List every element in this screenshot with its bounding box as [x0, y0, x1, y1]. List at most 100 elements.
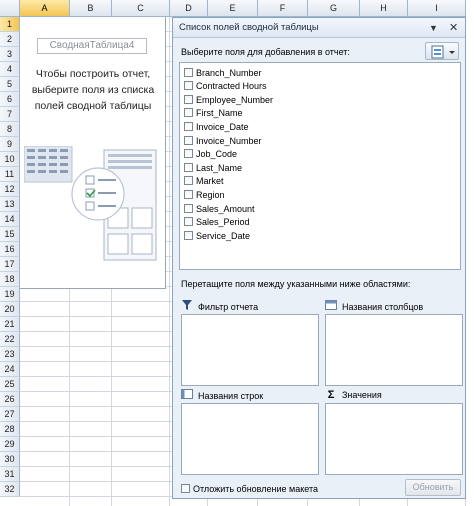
- row-header-2[interactable]: 2: [0, 32, 20, 47]
- defer-layout-update[interactable]: Отложить обновление макета: [181, 483, 318, 495]
- field-checkbox[interactable]: [184, 231, 193, 240]
- row-header-25[interactable]: 25: [0, 377, 20, 392]
- filter-icon: [181, 300, 193, 313]
- field-checkbox[interactable]: [184, 149, 193, 158]
- chevron-down-icon[interactable]: ▼: [429, 18, 438, 38]
- values-label: Σ Значения: [325, 389, 382, 401]
- field-checkbox[interactable]: [184, 95, 193, 104]
- window-edge: [466, 17, 474, 506]
- column-gridline: [169, 17, 170, 506]
- column-header-i[interactable]: I: [408, 0, 466, 17]
- row-header-9[interactable]: 9: [0, 137, 20, 152]
- row-header-21[interactable]: 21: [0, 317, 20, 332]
- row-header-30[interactable]: 30: [0, 452, 20, 467]
- field-last-name[interactable]: Last_Name: [184, 162, 242, 175]
- values-zone[interactable]: [325, 403, 463, 475]
- row-header-24[interactable]: 24: [0, 362, 20, 377]
- row-header-3[interactable]: 3: [0, 47, 20, 62]
- row-header-23[interactable]: 23: [0, 347, 20, 362]
- row-header-20[interactable]: 20: [0, 302, 20, 317]
- field-checkbox[interactable]: [184, 81, 193, 90]
- row-header-8[interactable]: 8: [0, 122, 20, 137]
- rows-icon: [181, 389, 193, 402]
- row-header-32[interactable]: 32: [0, 482, 20, 497]
- column-header-d[interactable]: D: [170, 0, 208, 17]
- row-labels-zone[interactable]: [181, 403, 319, 475]
- pivot-field-list-pane[interactable]: Список полей сводной таблицы ▼ ✕ Выберит…: [172, 17, 466, 499]
- report-filter-label: Фильтр отчета: [181, 300, 258, 313]
- column-header-g[interactable]: G: [308, 0, 360, 17]
- sigma-icon: Σ: [327, 389, 335, 401]
- field-branch-number[interactable]: Branch_Number: [184, 67, 262, 80]
- column-header-a[interactable]: A: [20, 0, 70, 17]
- field-employee-number[interactable]: Employee_Number: [184, 94, 273, 107]
- field-region[interactable]: Region: [184, 189, 225, 202]
- defer-layout-checkbox[interactable]: [181, 484, 190, 493]
- field-checkbox[interactable]: [184, 108, 193, 117]
- layout-options-icon: [431, 45, 455, 59]
- row-header-16[interactable]: 16: [0, 242, 20, 257]
- report-filter-zone[interactable]: [181, 314, 319, 386]
- field-checkbox[interactable]: [184, 163, 193, 172]
- update-button[interactable]: Обновить: [405, 479, 461, 496]
- field-invoice-number[interactable]: Invoice_Number: [184, 135, 262, 148]
- row-header-6[interactable]: 6: [0, 92, 20, 107]
- pane-title: Список полей сводной таблицы: [179, 22, 319, 33]
- field-market[interactable]: Market: [184, 175, 224, 188]
- row-header-27[interactable]: 27: [0, 407, 20, 422]
- field-checkbox[interactable]: [184, 68, 193, 77]
- column-header-h[interactable]: H: [360, 0, 408, 17]
- column-header-b[interactable]: B: [70, 0, 112, 17]
- row-header-22[interactable]: 22: [0, 332, 20, 347]
- field-checkbox[interactable]: [184, 190, 193, 199]
- pivot-table-placeholder[interactable]: СводнаяТаблица4 Чтобы построить отчет, в…: [20, 17, 166, 289]
- select-all-corner[interactable]: [0, 0, 20, 17]
- column-header-e[interactable]: E: [208, 0, 258, 17]
- row-header-7[interactable]: 7: [0, 107, 20, 122]
- layout-options-button[interactable]: [425, 42, 459, 60]
- pivot-table-name: СводнаяТаблица4: [37, 38, 147, 54]
- row-header-15[interactable]: 15: [0, 227, 20, 242]
- field-checkbox[interactable]: [184, 217, 193, 226]
- row-header-19[interactable]: 19: [0, 287, 20, 302]
- row-header-11[interactable]: 11: [0, 167, 20, 182]
- column-labels-label: Названия столбцов: [325, 300, 423, 313]
- row-header-17[interactable]: 17: [0, 257, 20, 272]
- row-header-29[interactable]: 29: [0, 437, 20, 452]
- choose-fields-label: Выберите поля для добавления в отчет:: [181, 47, 350, 57]
- field-invoice-date[interactable]: Invoice_Date: [184, 121, 249, 134]
- column-header-f[interactable]: F: [258, 0, 308, 17]
- field-checkbox[interactable]: [184, 176, 193, 185]
- row-header-10[interactable]: 10: [0, 152, 20, 167]
- row-header-5[interactable]: 5: [0, 77, 20, 92]
- columns-icon: [325, 300, 337, 313]
- row-header-14[interactable]: 14: [0, 212, 20, 227]
- row-header-26[interactable]: 26: [0, 392, 20, 407]
- close-icon[interactable]: ✕: [449, 18, 458, 38]
- field-list[interactable]: Branch_Number Contracted Hours Employee_…: [179, 62, 461, 270]
- field-contracted-hours[interactable]: Contracted Hours: [184, 80, 267, 93]
- row-header-12[interactable]: 12: [0, 182, 20, 197]
- row-header-13[interactable]: 13: [0, 197, 20, 212]
- column-labels-zone[interactable]: [325, 314, 463, 386]
- row-labels-label: Названия строк: [181, 389, 263, 402]
- row-header-4[interactable]: 4: [0, 62, 20, 77]
- field-sales-period[interactable]: Sales_Period: [184, 216, 250, 229]
- field-first-name[interactable]: First_Name: [184, 107, 243, 120]
- row-header-28[interactable]: 28: [0, 422, 20, 437]
- pane-title-bar[interactable]: Список полей сводной таблицы ▼ ✕: [173, 18, 465, 38]
- field-checkbox[interactable]: [184, 204, 193, 213]
- field-service-date[interactable]: Service_Date: [184, 230, 250, 243]
- row-header-31[interactable]: 31: [0, 467, 20, 482]
- pivot-illustration-icon: [24, 146, 157, 261]
- row-header-18[interactable]: 18: [0, 272, 20, 287]
- defer-layout-label: Отложить обновление макета: [193, 484, 318, 494]
- field-job-code[interactable]: Job_Code: [184, 148, 237, 161]
- drag-fields-label: Перетащите поля между указанными ниже об…: [181, 279, 411, 289]
- pivot-table-hint: Чтобы построить отчет, выберите поля из …: [31, 68, 155, 112]
- column-header-c[interactable]: C: [112, 0, 170, 17]
- field-sales-amount[interactable]: Sales_Amount: [184, 203, 255, 216]
- field-checkbox[interactable]: [184, 122, 193, 131]
- row-header-1[interactable]: 1: [0, 17, 20, 32]
- field-checkbox[interactable]: [184, 136, 193, 145]
